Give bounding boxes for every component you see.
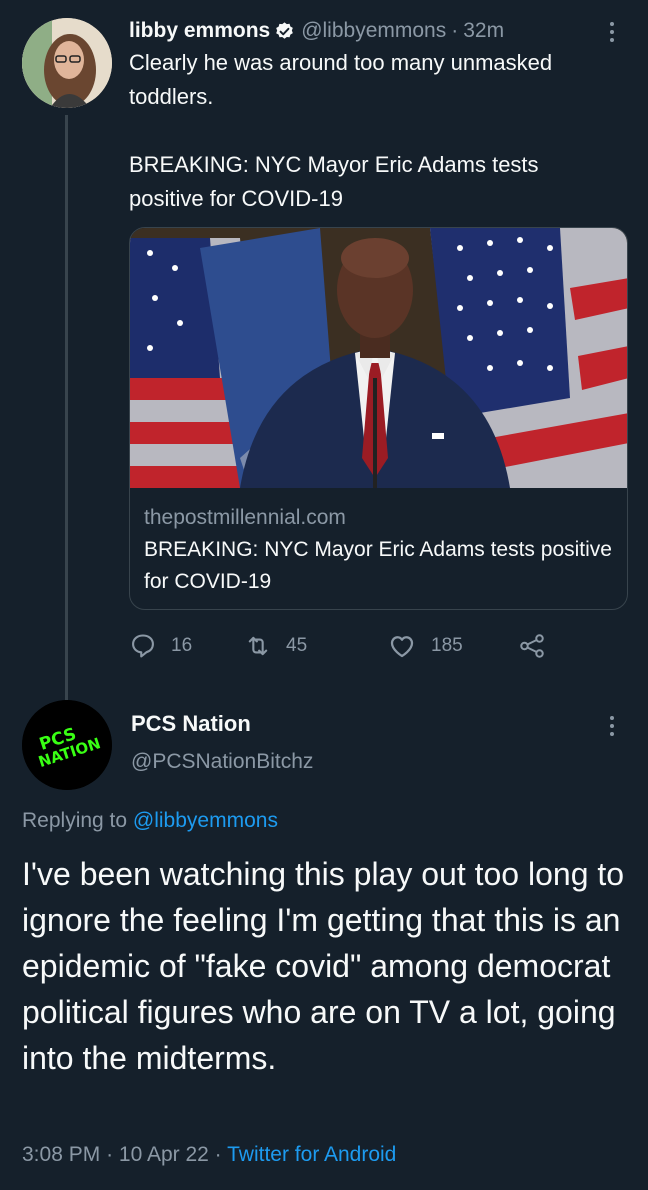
like-count: 185 xyxy=(431,635,463,656)
author-handle[interactable]: @PCSNationBitchz xyxy=(131,750,313,774)
tweet-text-paragraph: Clearly he was around too many unmasked … xyxy=(129,50,553,109)
tweet-date[interactable]: 10 Apr 22 xyxy=(119,1143,209,1166)
author-name[interactable]: libby emmons xyxy=(129,19,270,43)
tweet-page: libby emmons @libbyemmons · 32m Clearly … xyxy=(0,0,648,1190)
verified-badge-icon xyxy=(274,21,295,42)
retweet-icon xyxy=(248,636,268,656)
card-image xyxy=(130,228,627,488)
replying-prefix: Replying to xyxy=(22,809,128,832)
separator-dot: · xyxy=(214,1143,222,1166)
libby-avatar[interactable] xyxy=(22,18,112,108)
pcs-nation-avatar[interactable]: PCS NATION xyxy=(22,700,112,790)
quoted-parent-tweet[interactable]: libby emmons @libbyemmons · 32m Clearly … xyxy=(0,0,648,700)
share-icon xyxy=(520,634,544,658)
like-button[interactable]: 185 xyxy=(387,628,463,664)
separator-dot: · xyxy=(106,1143,114,1166)
reply-icon xyxy=(132,634,154,658)
card-domain: thepostmillennial.com xyxy=(144,506,346,529)
tweet-metadata: 3:08 PM · 10 Apr 22 · Twitter for Androi… xyxy=(22,1143,396,1167)
card-title: BREAKING: NYC Mayor Eric Adams tests pos… xyxy=(144,538,612,593)
tweet-timestamp[interactable]: 32m xyxy=(463,19,504,43)
tweet-text-paragraph: BREAKING: NYC Mayor Eric Adams tests pos… xyxy=(129,152,539,211)
share-button[interactable] xyxy=(517,628,561,664)
replying-to-line: Replying to @libbyemmons xyxy=(22,809,278,833)
retweet-count: 45 xyxy=(286,635,308,656)
tweet-source[interactable]: Twitter for Android xyxy=(227,1143,396,1166)
retweet-button[interactable]: 45 xyxy=(244,628,307,664)
author-handle[interactable]: @libbyemmons xyxy=(301,19,446,43)
reply-button[interactable]: 16 xyxy=(129,628,192,664)
link-preview-card[interactable]: thepostmillennial.com BREAKING: NYC Mayo… xyxy=(129,227,628,610)
more-icon[interactable] xyxy=(602,714,622,742)
thread-connector-line xyxy=(65,115,68,700)
tweet-header: libby emmons @libbyemmons · 32m xyxy=(129,14,504,48)
tweet-text: Clearly he was around too many unmasked … xyxy=(129,46,619,216)
reply-count: 16 xyxy=(171,635,193,656)
author-name[interactable]: PCS Nation xyxy=(131,711,251,737)
tweet-actions: 16 45 185 xyxy=(129,628,609,664)
tweet-time[interactable]: 3:08 PM xyxy=(22,1143,100,1166)
separator-dot: · xyxy=(451,19,459,42)
like-icon xyxy=(390,636,414,658)
more-icon[interactable] xyxy=(602,20,622,48)
replying-to-mention[interactable]: @libbyemmons xyxy=(133,809,278,832)
tweet-text: I've been watching this play out too lon… xyxy=(22,856,625,1076)
